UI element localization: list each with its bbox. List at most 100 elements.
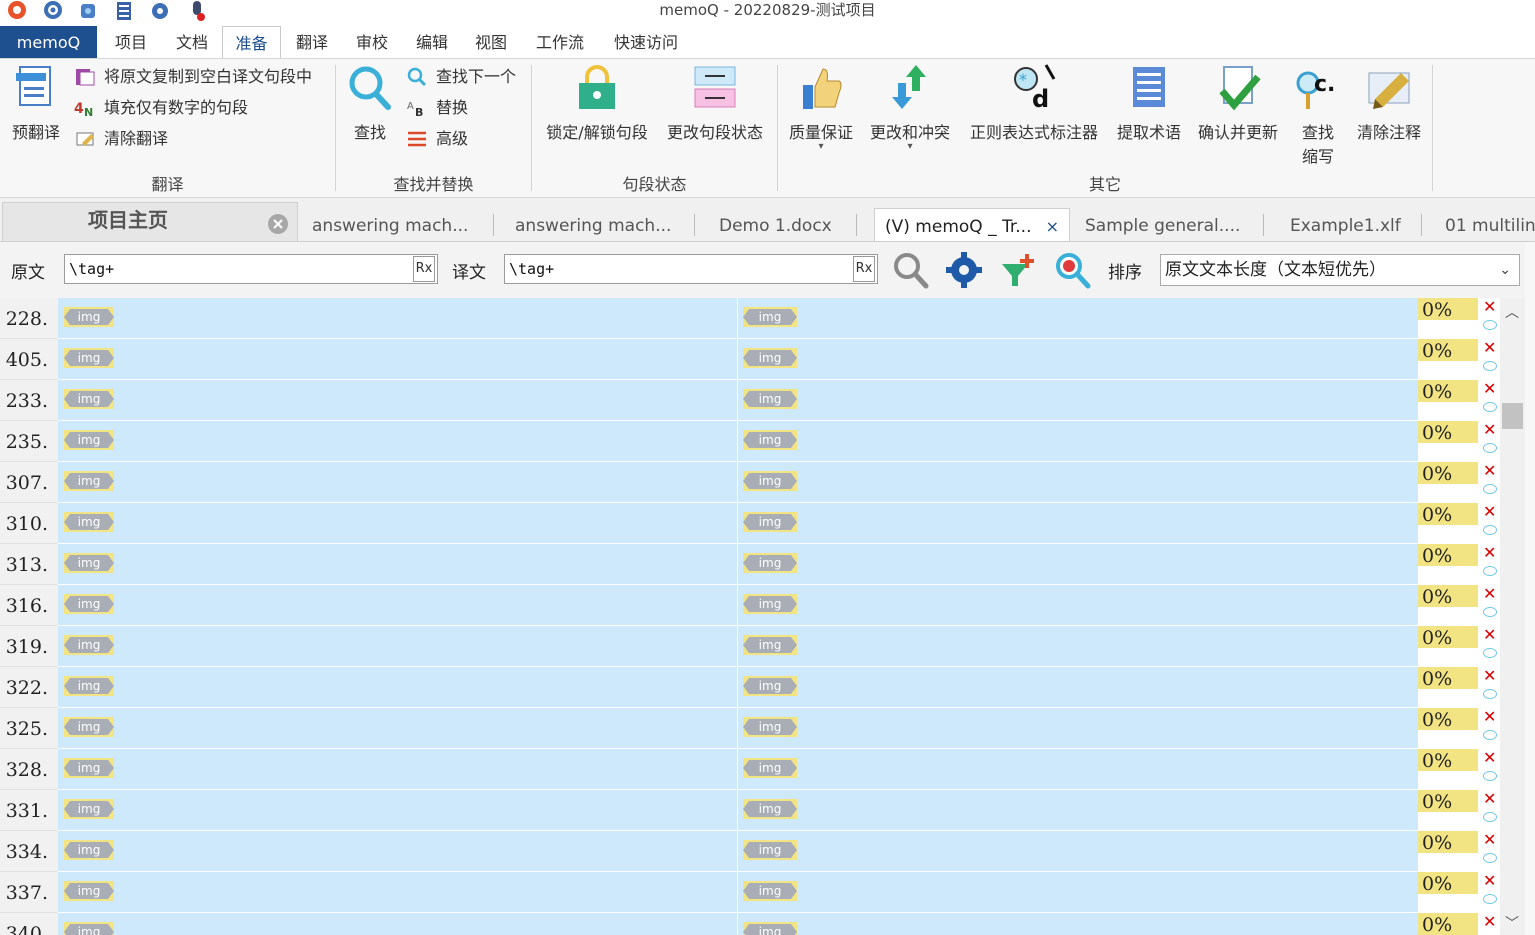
- source-cell[interactable]: img: [58, 503, 737, 544]
- find-abbreviations-button[interactable]: c. 查找 缩写: [1290, 63, 1346, 167]
- table-row[interactable]: 233. img img 0% ✕: [0, 380, 1500, 421]
- source-cell[interactable]: img: [58, 708, 737, 749]
- menu-documents[interactable]: 文档: [165, 26, 219, 58]
- comment-icon[interactable]: [1483, 402, 1497, 412]
- copy-source-button[interactable]: 将原文复制到空白译文句段中: [74, 64, 312, 90]
- target-tag[interactable]: img: [743, 758, 797, 778]
- target-cell[interactable]: img: [738, 585, 1418, 626]
- error-x-icon[interactable]: ✕: [1483, 503, 1496, 521]
- table-row[interactable]: 235. img img 0% ✕: [0, 421, 1500, 462]
- target-tag[interactable]: img: [743, 307, 797, 327]
- gear-icon[interactable]: [944, 250, 984, 290]
- settings-puzzle-icon[interactable]: [77, 0, 99, 22]
- clear-translation-button[interactable]: 清除翻译: [74, 126, 168, 152]
- close-tab-icon[interactable]: ×: [1046, 209, 1059, 241]
- table-row[interactable]: 310. img img 0% ✕: [0, 503, 1500, 544]
- target-cell[interactable]: img: [738, 298, 1418, 339]
- comment-icon[interactable]: [1483, 361, 1497, 371]
- comment-icon[interactable]: [1483, 730, 1497, 740]
- table-row[interactable]: 322. img img 0% ✕: [0, 667, 1500, 708]
- target-regex-toggle[interactable]: Rx: [853, 256, 875, 282]
- source-cell[interactable]: img: [58, 462, 737, 503]
- menu-project[interactable]: 项目: [104, 26, 158, 58]
- source-cell[interactable]: img: [58, 831, 737, 872]
- comment-icon[interactable]: [1483, 894, 1497, 904]
- error-x-icon[interactable]: ✕: [1483, 626, 1496, 644]
- table-row[interactable]: 313. img img 0% ✕: [0, 544, 1500, 585]
- target-cell[interactable]: img: [738, 380, 1418, 421]
- vertical-scrollbar[interactable]: ︿ ﹀: [1500, 298, 1525, 935]
- source-cell[interactable]: img: [58, 421, 737, 462]
- source-cell[interactable]: img: [58, 872, 737, 913]
- target-cell[interactable]: img: [738, 831, 1418, 872]
- comment-icon[interactable]: [1483, 812, 1497, 822]
- record-icon[interactable]: [187, 0, 209, 22]
- source-tag[interactable]: img: [64, 389, 114, 409]
- error-x-icon[interactable]: ✕: [1483, 298, 1496, 316]
- source-tag[interactable]: img: [64, 512, 114, 532]
- find-button[interactable]: 查找: [342, 63, 398, 143]
- target-tag[interactable]: img: [743, 389, 797, 409]
- table-row[interactable]: 307. img img 0% ✕: [0, 462, 1500, 503]
- menu-edit[interactable]: 编辑: [405, 26, 459, 58]
- sort-select[interactable]: 原文文本长度（文本短优先） ⌄: [1160, 254, 1520, 286]
- error-x-icon[interactable]: ✕: [1483, 872, 1496, 890]
- qa-button[interactable]: 质量保证 ▾: [784, 63, 858, 152]
- find-next-button[interactable]: 查找下一个: [406, 64, 516, 90]
- source-cell[interactable]: img: [58, 585, 737, 626]
- source-tag[interactable]: img: [64, 717, 114, 737]
- source-tag[interactable]: img: [64, 758, 114, 778]
- target-cell[interactable]: img: [738, 339, 1418, 380]
- source-tag[interactable]: img: [64, 553, 114, 573]
- error-x-icon[interactable]: ✕: [1483, 421, 1496, 439]
- target-tag[interactable]: img: [743, 922, 797, 935]
- change-status-button[interactable]: 更改句段状态: [660, 63, 770, 143]
- comment-icon[interactable]: [1483, 853, 1497, 863]
- target-cell[interactable]: img: [738, 421, 1418, 462]
- replace-button[interactable]: AB 替换: [406, 95, 468, 121]
- tab-document-active[interactable]: (V) memoQ _ Tr... ×: [874, 208, 1070, 241]
- target-tag[interactable]: img: [743, 512, 797, 532]
- error-x-icon[interactable]: ✕: [1483, 831, 1496, 849]
- scrollbar-thumb[interactable]: [1502, 403, 1523, 429]
- source-regex-toggle[interactable]: Rx: [413, 256, 435, 282]
- error-x-icon[interactable]: ✕: [1483, 585, 1496, 603]
- menu-view[interactable]: 视图: [464, 26, 518, 58]
- table-row[interactable]: 228. img img 0% ✕: [0, 298, 1500, 339]
- source-cell[interactable]: img: [58, 298, 737, 339]
- scroll-down-icon[interactable]: ﹀: [1505, 913, 1519, 933]
- target-tag[interactable]: img: [743, 840, 797, 860]
- comment-icon[interactable]: [1483, 443, 1497, 453]
- comment-icon[interactable]: [1483, 525, 1497, 535]
- source-tag[interactable]: img: [64, 430, 114, 450]
- target-tag[interactable]: img: [743, 635, 797, 655]
- source-tag[interactable]: img: [64, 799, 114, 819]
- source-tag[interactable]: img: [64, 676, 114, 696]
- target-cell[interactable]: img: [738, 626, 1418, 667]
- table-row[interactable]: 325. img img 0% ✕: [0, 708, 1500, 749]
- table-row[interactable]: 316. img img 0% ✕: [0, 585, 1500, 626]
- source-tag[interactable]: img: [64, 307, 114, 327]
- target-tag[interactable]: img: [743, 553, 797, 573]
- source-tag[interactable]: img: [64, 635, 114, 655]
- clear-comments-button[interactable]: 清除注释: [1352, 63, 1426, 143]
- source-cell[interactable]: img: [58, 667, 737, 708]
- menu-workflow[interactable]: 工作流: [526, 26, 594, 58]
- target-cell[interactable]: img: [738, 749, 1418, 790]
- tab-document-6[interactable]: Example1.xlf: [1280, 208, 1420, 241]
- filter-search-icon[interactable]: [890, 250, 930, 290]
- error-x-icon[interactable]: ✕: [1483, 749, 1496, 767]
- source-cell[interactable]: img: [58, 626, 737, 667]
- add-filter-icon[interactable]: [998, 250, 1038, 290]
- comment-icon[interactable]: [1483, 484, 1497, 494]
- menu-review[interactable]: 审校: [345, 26, 399, 58]
- target-cell[interactable]: img: [738, 708, 1418, 749]
- target-tag[interactable]: img: [743, 430, 797, 450]
- source-tag[interactable]: img: [64, 922, 114, 935]
- source-tag[interactable]: img: [64, 594, 114, 614]
- target-cell[interactable]: img: [738, 667, 1418, 708]
- table-row[interactable]: 319. img img 0% ✕: [0, 626, 1500, 667]
- tab-document-7[interactable]: 01 multilin: [1435, 208, 1535, 241]
- menu-translate[interactable]: 翻译: [285, 26, 339, 58]
- error-x-icon[interactable]: ✕: [1483, 544, 1496, 562]
